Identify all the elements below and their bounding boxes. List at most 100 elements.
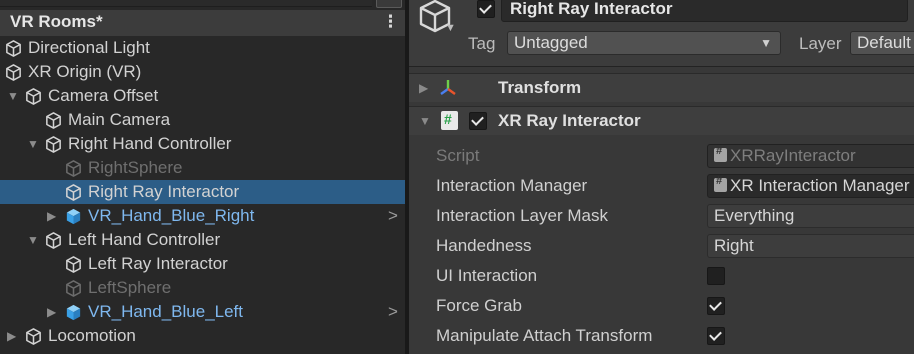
cube-outline-icon [24, 327, 43, 346]
property-toggle[interactable] [707, 297, 725, 315]
hierarchy-item[interactable]: LeftSphere [0, 276, 405, 300]
cube-outline-icon [44, 135, 63, 154]
hierarchy-item-label: Right Hand Controller [68, 134, 232, 153]
cube-outline-icon [44, 231, 63, 250]
property-toggle[interactable] [707, 267, 725, 285]
tag-dropdown-arrow-icon: ▼ [760, 36, 772, 50]
property-row: Interaction Manager XR Interaction Manage… [409, 171, 914, 201]
open-prefab-chevron-icon[interactable]: > [388, 302, 398, 322]
property-value: XR Interaction Manager [730, 176, 910, 195]
hierarchy-search-input[interactable] [0, 0, 372, 7]
hierarchy-item-label: Locomotion [48, 326, 136, 345]
inspector-panel: ▼ Right Ray Interactor Tag Untagged ▼ La… [409, 0, 914, 354]
property-label: Interaction Layer Mask [436, 206, 608, 225]
hierarchy-item-label: Right Ray Interactor [88, 182, 240, 201]
property-dropdown[interactable]: Everything [707, 204, 914, 228]
property-label: Force Grab [436, 296, 522, 315]
property-toggle[interactable] [707, 327, 725, 345]
xr-ray-interactor-component-header[interactable]: ▼ # XR Ray Interactor [409, 106, 914, 135]
hierarchy-item[interactable]: RightSphere [0, 156, 405, 180]
xr-ray-foldout-icon[interactable]: ▼ [419, 114, 431, 128]
cube-outline-icon [64, 255, 83, 274]
cube-outline-icon [64, 183, 83, 202]
property-row: UI Interaction [409, 261, 914, 291]
hierarchy-item-label: VR_Hand_Blue_Left [88, 302, 244, 321]
property-label: Manipulate Attach Transform [436, 326, 653, 345]
property-value: XRRayInteractor [730, 146, 856, 165]
transform-label: Transform [498, 78, 582, 97]
fold-collapsed-icon[interactable]: ▶ [47, 305, 56, 319]
active-toggle[interactable] [477, 0, 495, 18]
property-row: Script XRRayInteractor [409, 141, 914, 171]
script-asset-icon [714, 175, 727, 192]
tag-value: Untagged [514, 33, 588, 52]
open-prefab-chevron-icon[interactable]: > [388, 206, 398, 226]
hierarchy-item-label: LeftSphere [88, 278, 172, 297]
property-label: UI Interaction [436, 266, 538, 285]
property-row: Manipulate Attach Transform [409, 321, 914, 351]
object-name-text: Right Ray Interactor [510, 0, 673, 18]
xr-ray-enabled-toggle[interactable] [469, 112, 487, 130]
cube-outline-icon [64, 279, 83, 298]
hierarchy-item[interactable]: ▼ Right Hand Controller [0, 132, 405, 156]
property-value: Right [714, 236, 754, 255]
prefab-cube-icon [64, 207, 83, 226]
hierarchy-item[interactable]: ▶ Locomotion [0, 324, 405, 348]
property-row: Handedness Right [409, 231, 914, 261]
scene-menu-icon[interactable]: ⋮ [382, 12, 399, 32]
cube-outline-icon [4, 39, 23, 58]
hierarchy-item[interactable]: Main Camera [0, 108, 405, 132]
property-object-field[interactable]: XR Interaction Manager [707, 174, 914, 198]
property-label: Handedness [436, 236, 532, 255]
scene-header[interactable]: VR Rooms* ⋮ [0, 10, 405, 36]
hierarchy-item[interactable]: ▶ VR_Hand_Blue_Right > [0, 204, 405, 228]
hierarchy-item-label: Left Hand Controller [68, 230, 221, 249]
property-object-field: XRRayInteractor [707, 144, 914, 168]
hierarchy-item-label: Camera Offset [48, 86, 159, 105]
hierarchy-item[interactable]: ▼ Camera Offset [0, 84, 405, 108]
hierarchy-item-label: Directional Light [28, 38, 150, 57]
script-file-icon: # [441, 111, 458, 130]
hierarchy-item[interactable]: XR Origin (VR) [0, 60, 405, 84]
hierarchy-item-label: XR Origin (VR) [28, 62, 142, 81]
property-dropdown[interactable]: Right [707, 234, 914, 258]
search-options-button[interactable] [376, 0, 402, 8]
fold-collapsed-icon[interactable]: ▶ [7, 329, 16, 343]
tag-label: Tag [468, 34, 496, 53]
property-label: Interaction Manager [436, 176, 588, 195]
transform-axes-icon [440, 80, 456, 95]
layer-dropdown[interactable]: Default [850, 31, 914, 55]
icon-picker-chevron-icon[interactable]: ▼ [445, 22, 456, 34]
transform-foldout-icon[interactable]: ▶ [419, 81, 428, 95]
property-label: Script [436, 146, 480, 165]
layer-label: Layer [799, 34, 842, 53]
hierarchy-item[interactable]: ▶ VR_Hand_Blue_Left > [0, 300, 405, 324]
script-asset-icon [714, 145, 727, 162]
cube-outline-icon [44, 111, 63, 130]
fold-collapsed-icon[interactable]: ▶ [47, 209, 56, 223]
tag-dropdown[interactable]: Untagged ▼ [507, 31, 781, 55]
hierarchy-panel: VR Rooms* ⋮ Directional Light XR Origin (… [0, 0, 405, 354]
fold-expanded-icon[interactable]: ▼ [27, 233, 39, 247]
inspector-header: ▼ Right Ray Interactor Tag Untagged ▼ La… [409, 0, 914, 67]
hierarchy-item-label: RightSphere [88, 158, 183, 177]
property-row: Force Grab [409, 291, 914, 321]
hierarchy-item[interactable]: Left Ray Interactor [0, 252, 405, 276]
xr-ray-interactor-label: XR Ray Interactor [498, 111, 641, 130]
hierarchy-item[interactable]: Directional Light [0, 36, 405, 60]
hierarchy-item-label: VR_Hand_Blue_Right [88, 206, 255, 225]
layer-value: Default [857, 33, 911, 52]
fold-expanded-icon[interactable]: ▼ [7, 89, 19, 103]
hierarchy-item-label: Main Camera [68, 110, 171, 129]
hierarchy-item-label: Left Ray Interactor [88, 254, 228, 273]
hierarchy-item[interactable]: ▼ Left Hand Controller [0, 228, 405, 252]
object-name-field[interactable]: Right Ray Interactor [501, 0, 908, 22]
scene-name: VR Rooms* [10, 12, 103, 31]
hierarchy-item[interactable]: Right Ray Interactor [0, 180, 405, 204]
prefab-cube-icon [64, 303, 83, 322]
property-value: Everything [714, 206, 795, 225]
cube-outline-icon [24, 87, 43, 106]
cube-outline-icon [4, 63, 23, 82]
transform-component-header[interactable]: ▶ Transform [409, 73, 914, 102]
fold-expanded-icon[interactable]: ▼ [27, 137, 39, 151]
